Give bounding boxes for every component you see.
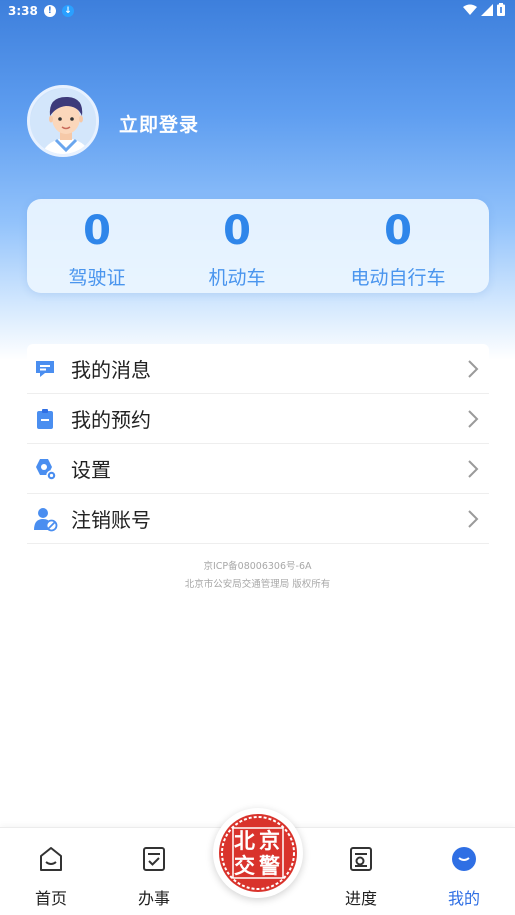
tab-progress[interactable]: 进度 xyxy=(331,844,391,909)
wifi-icon xyxy=(463,4,477,15)
tab-label: 办事 xyxy=(137,889,170,908)
chevron-right-icon xyxy=(468,360,479,378)
chevron-right-icon xyxy=(468,510,479,528)
stat-driver-license[interactable]: 0 驾驶证 xyxy=(27,199,167,290)
beijing-traffic-police-seal: 北 京 交 警 xyxy=(219,814,297,892)
settings-icon xyxy=(32,456,58,482)
stat-label: 电动自行车 xyxy=(350,267,446,289)
menu-item-appointments[interactable]: 我的预约 xyxy=(27,394,489,444)
tab-services[interactable]: 办事 xyxy=(124,844,184,909)
chevron-right-icon xyxy=(468,410,479,428)
menu-item-label: 我的消息 xyxy=(71,358,151,382)
stat-value: 0 xyxy=(223,208,251,254)
chevron-right-icon xyxy=(468,460,479,478)
icp-number: 京ICP备08006306号-6A xyxy=(203,561,312,572)
tab-home[interactable]: 首页 xyxy=(21,844,81,909)
stats-card: 0 驾驶证 0 机动车 0 电动自行车 xyxy=(27,199,489,293)
alert-circle-icon: ! xyxy=(43,5,56,17)
checklist-icon xyxy=(143,847,165,871)
menu-item-settings[interactable]: 设置 xyxy=(27,444,489,494)
home-icon xyxy=(40,847,62,871)
progress-icon xyxy=(350,847,372,871)
status-bar: 3:38 ! ↓ xyxy=(0,0,515,22)
menu-item-label: 我的预约 xyxy=(71,408,151,432)
menu-item-messages[interactable]: 我的消息 xyxy=(27,344,489,394)
seal-char: 京 xyxy=(259,828,280,853)
footer-note: 京ICP备08006306号-6A 北京市公安局交通管理局 版权所有 xyxy=(0,558,515,594)
stat-value: 0 xyxy=(83,208,111,254)
seal-char: 北 xyxy=(234,828,255,853)
header-background xyxy=(0,0,515,360)
user-avatar-icon[interactable] xyxy=(27,85,99,157)
menu-list: 我的消息 我的预约 设置 注销账号 xyxy=(27,344,489,544)
menu-item-label: 设置 xyxy=(71,458,111,482)
stat-label: 机动车 xyxy=(208,267,266,289)
tab-label: 首页 xyxy=(34,889,67,908)
stat-label: 驾驶证 xyxy=(68,267,126,289)
message-icon xyxy=(32,356,58,382)
battery-icon xyxy=(497,3,505,16)
stat-electric-bike[interactable]: 0 电动自行车 xyxy=(327,199,469,290)
user-cancel-icon xyxy=(32,506,58,532)
tab-label: 进度 xyxy=(344,889,377,908)
download-icon: ↓ xyxy=(61,5,74,17)
tab-mine[interactable]: 我的 xyxy=(434,844,494,909)
menu-item-label: 注销账号 xyxy=(71,508,151,532)
smile-face-icon xyxy=(452,847,476,871)
clipboard-icon xyxy=(32,406,58,432)
status-time: 3:38 xyxy=(8,4,38,18)
stat-vehicle[interactable]: 0 机动车 xyxy=(167,199,307,290)
seal-char: 警 xyxy=(259,853,280,878)
seal-char: 交 xyxy=(234,853,255,878)
copyright-text: 北京市公安局交通管理局 版权所有 xyxy=(184,579,331,590)
center-seal-button[interactable]: 北 京 交 警 xyxy=(213,808,303,898)
signal-icon xyxy=(481,3,493,16)
stat-value: 0 xyxy=(384,208,412,254)
login-button[interactable]: 立即登录 xyxy=(119,110,199,137)
tab-label: 我的 xyxy=(447,889,480,908)
menu-item-delete-account[interactable]: 注销账号 xyxy=(27,494,489,544)
